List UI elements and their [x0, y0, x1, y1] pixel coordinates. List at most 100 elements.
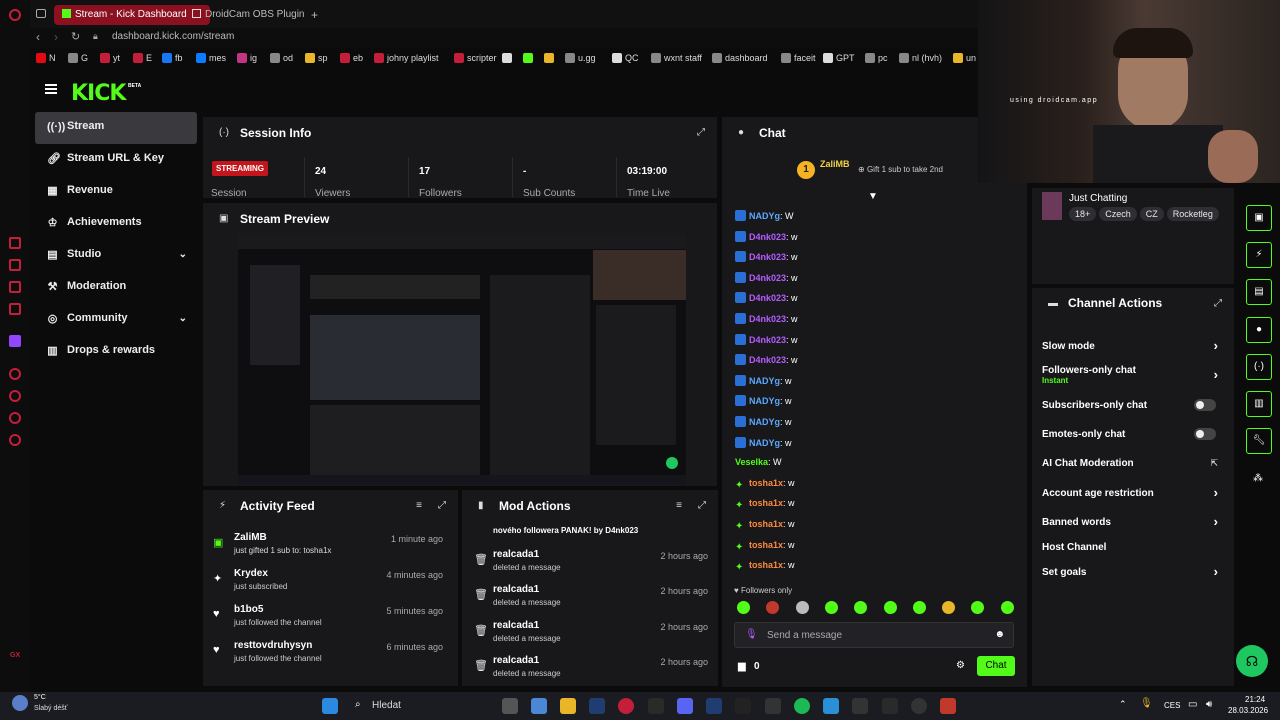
store-icon[interactable]	[648, 698, 664, 714]
chat-username[interactable]: NADYg	[749, 396, 780, 406]
bookmark-item[interactable]: johny playlist	[374, 53, 439, 63]
chat-username[interactable]: tosha1x	[749, 560, 783, 570]
chevron-right-icon[interactable]: ›	[1214, 514, 1218, 529]
sidebar-item-revenue[interactable]: ▦ Revenue	[35, 176, 197, 208]
tag[interactable]: Rocketleg	[1166, 207, 1219, 221]
volume-icon[interactable]: 🔊︎	[1206, 699, 1212, 710]
bookmark-item[interactable]: dashboard	[712, 53, 768, 63]
chat-username[interactable]: D4nk023	[749, 355, 786, 365]
sidebar-item-community[interactable]: ◎ Community ⌄	[35, 304, 197, 336]
connections-icon[interactable]: ⁂	[1253, 473, 1263, 484]
bookmark-item[interactable]: N	[36, 53, 56, 63]
app-icon[interactable]	[735, 698, 751, 714]
start-icon[interactable]	[322, 698, 338, 714]
emotes-only-toggle[interactable]	[1194, 428, 1216, 440]
gift-sub-cta[interactable]: ⊕ Gift 1 sub to take 2nd	[858, 165, 943, 174]
subscribers-only-toggle[interactable]	[1194, 399, 1216, 411]
bookmark-item[interactable]: QC	[612, 53, 639, 63]
emote-icon[interactable]	[1000, 601, 1014, 614]
clock-time[interactable]: 21:24	[1245, 695, 1265, 704]
emote-icon[interactable]	[795, 601, 809, 614]
chat-username[interactable]: D4nk023	[749, 314, 786, 324]
bookmark-item[interactable]: E	[133, 53, 152, 63]
filter-icon[interactable]: ≡	[416, 500, 422, 511]
emote-icon[interactable]	[942, 601, 956, 614]
chat-username[interactable]: D4nk023	[749, 335, 786, 345]
chat-username[interactable]: tosha1x	[749, 478, 783, 488]
new-tab-button[interactable]: +	[311, 8, 318, 22]
top-gifter-name[interactable]: ZaliMB	[820, 159, 850, 169]
chat-username[interactable]: NADYg	[749, 376, 780, 386]
bookmark-item[interactable]: GPT	[823, 53, 855, 63]
sidebar-app-icon[interactable]	[9, 412, 21, 424]
tab-droidcam[interactable]: DroidCam OBS Plugin | De	[184, 5, 306, 25]
chat-username[interactable]: tosha1x	[749, 519, 783, 529]
bookmark-item[interactable]: wxnt staff	[651, 53, 702, 63]
weather-icon[interactable]	[12, 695, 28, 711]
microphone-icon[interactable]: 🎙︎	[1140, 698, 1153, 709]
sidebar-item-achievements[interactable]: ♔ Achievements	[35, 208, 197, 240]
chevron-right-icon[interactable]: ›	[1214, 485, 1218, 500]
sidebar-app-icon[interactable]	[9, 281, 21, 293]
epic-games-icon[interactable]	[882, 698, 898, 714]
app-icon[interactable]	[940, 698, 956, 714]
banned-words-row[interactable]: Banned words	[1042, 517, 1222, 528]
steam-icon[interactable]	[706, 698, 722, 714]
bookmark-item[interactable]: nl (hvh)	[899, 53, 942, 63]
sidebar-item-studio[interactable]: ▤ Studio ⌄	[35, 240, 197, 272]
bookmark-item[interactable]: eb	[340, 53, 363, 63]
pinned-toggle-icon[interactable]: ▼	[868, 191, 878, 202]
bookmark-item[interactable]	[502, 53, 515, 63]
history-icon[interactable]	[9, 390, 21, 402]
network-icon[interactable]: ▭	[1188, 699, 1197, 710]
followers-only-row[interactable]: Followers-only chat Instant	[1042, 365, 1222, 385]
chat-username[interactable]: D4nk023	[749, 232, 786, 242]
tools-button[interactable]: 🔧︎	[1246, 428, 1272, 454]
task-view-icon[interactable]	[502, 698, 518, 714]
emote-icon[interactable]	[824, 601, 838, 614]
expand-icon[interactable]: ⤢	[698, 500, 706, 511]
back-icon[interactable]: ‹	[36, 30, 40, 44]
sidebar-app-icon[interactable]	[9, 303, 21, 315]
stream-category[interactable]: Just Chatting	[1069, 193, 1127, 204]
tag[interactable]: CZ	[1139, 207, 1164, 221]
bookmark-item[interactable]	[544, 53, 557, 63]
lightning-button[interactable]: ⚡︎	[1246, 242, 1272, 268]
search-icon[interactable]: ⌕	[355, 699, 361, 710]
emote-icon[interactable]	[883, 601, 897, 614]
url-input[interactable]: dashboard.kick.com/stream	[112, 31, 234, 42]
bookmark-item[interactable]: od	[270, 53, 293, 63]
hamburger-menu-icon[interactable]	[45, 84, 57, 94]
expand-icon[interactable]: ⤢	[697, 127, 705, 138]
chevron-right-icon[interactable]: ›	[1214, 338, 1218, 353]
chevron-right-icon[interactable]: ›	[1214, 564, 1218, 579]
opera-logo-icon[interactable]	[9, 9, 21, 21]
bookmark-item[interactable]	[523, 53, 536, 63]
tag[interactable]: 18+	[1069, 207, 1097, 221]
bookmark-item[interactable]: ig	[237, 53, 257, 63]
emote-icon[interactable]	[854, 601, 868, 614]
set-goals-row[interactable]: Set goals	[1042, 567, 1222, 578]
emote-icon[interactable]	[737, 601, 750, 614]
language-indicator[interactable]: CES	[1164, 701, 1180, 710]
settings-icon[interactable]	[9, 434, 21, 446]
chat-input-box[interactable]: 🎙︎ Send a message ☻	[734, 622, 1014, 648]
sidebar-app-icon[interactable]	[9, 237, 21, 249]
kick-logo[interactable]: KICK	[71, 81, 126, 106]
layout-button[interactable]: ▥	[1246, 391, 1272, 417]
emote-icon[interactable]	[766, 601, 780, 614]
notes-button[interactable]: ▤	[1246, 279, 1272, 305]
emote-icon[interactable]	[912, 601, 926, 614]
spotify-icon[interactable]	[794, 698, 810, 714]
sidebar-item-moderation[interactable]: ⚒ Moderation	[35, 272, 197, 304]
bookmark-item[interactable]: mes	[196, 53, 226, 63]
copilot-icon[interactable]	[531, 698, 547, 714]
chat-button[interactable]: ●	[1246, 317, 1272, 343]
help-button[interactable]: ☊	[1236, 645, 1268, 677]
slow-mode-row[interactable]: Slow mode	[1042, 341, 1222, 352]
bookmark-item[interactable]: G	[68, 53, 88, 63]
app-icon[interactable]	[852, 698, 868, 714]
sidebar-app-icon[interactable]	[9, 259, 21, 271]
category-thumbnail[interactable]	[1042, 192, 1062, 220]
chat-username[interactable]: D4nk023	[749, 293, 786, 303]
